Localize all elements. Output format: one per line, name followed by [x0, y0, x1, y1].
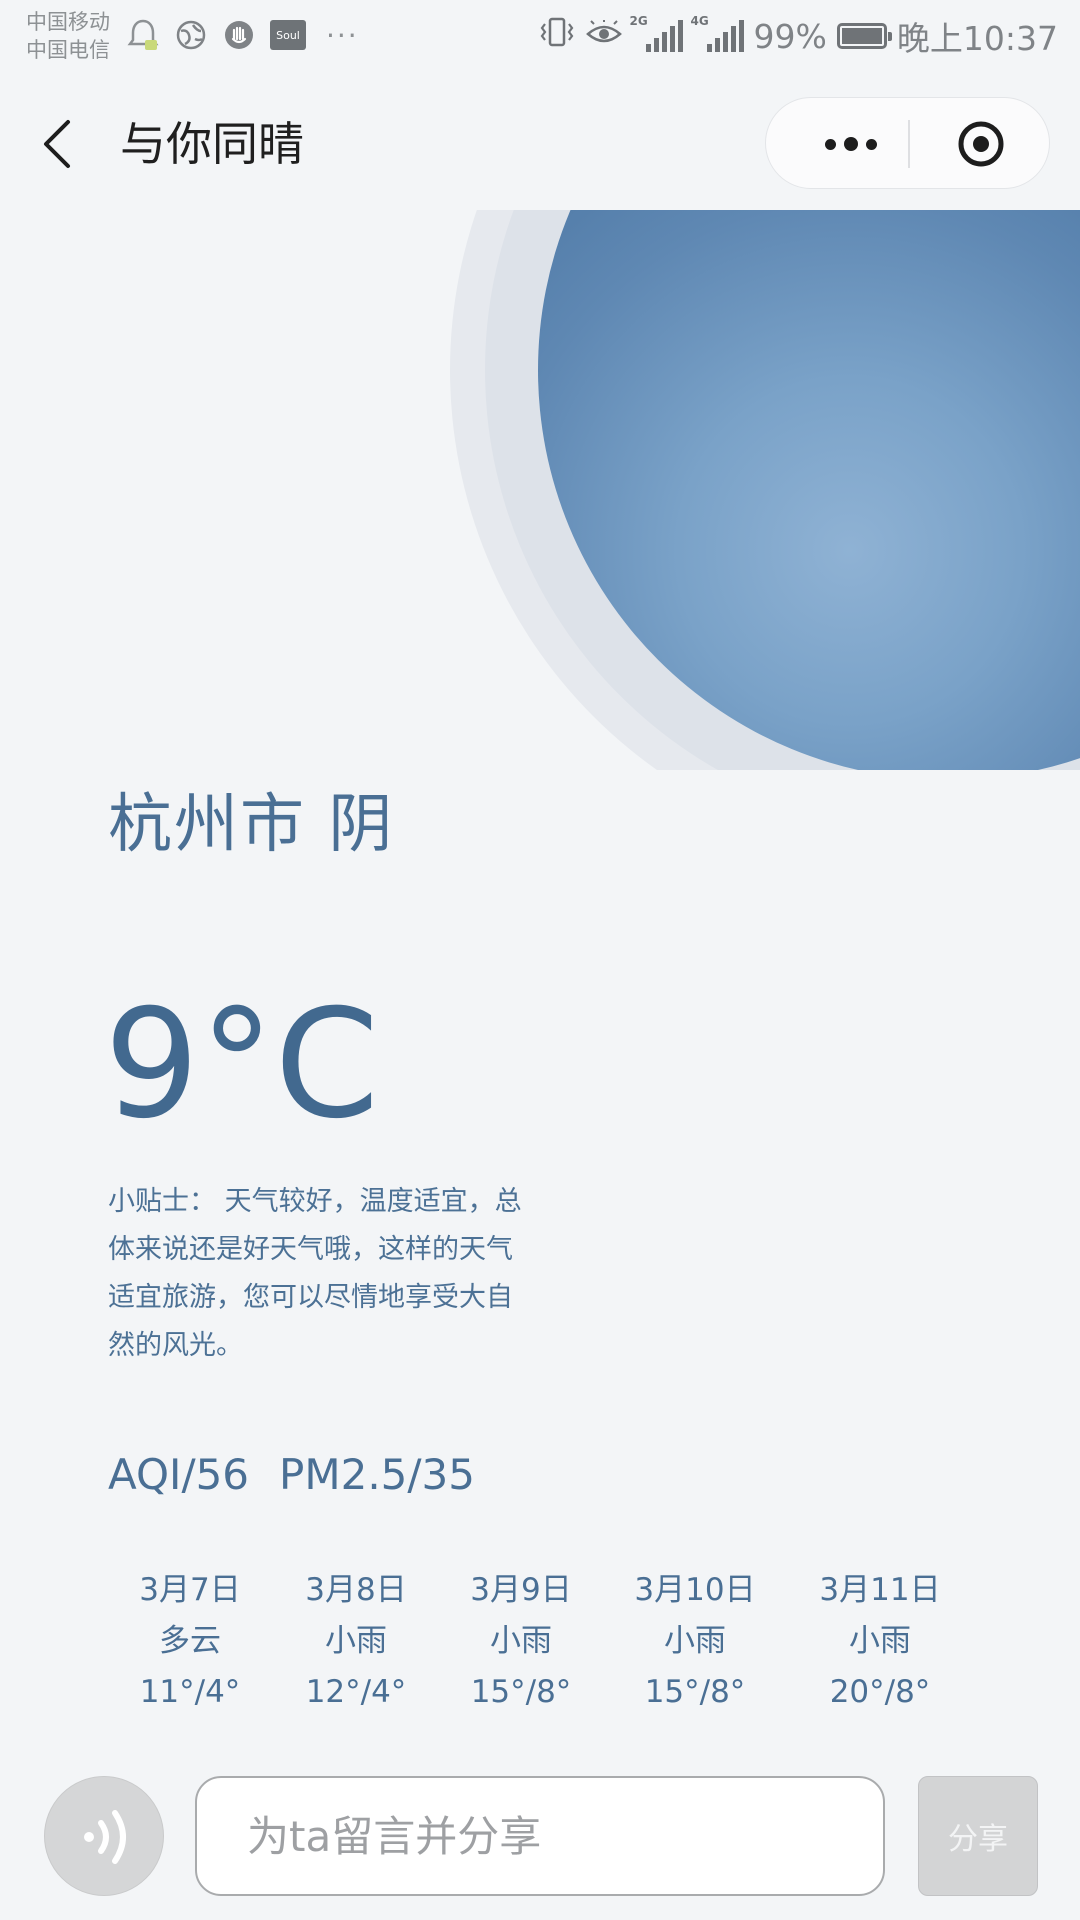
forecast-date: 3月9日 [470, 1572, 572, 1608]
signal-icon-2g: 2G [630, 14, 683, 52]
forecast-condition: 小雨 [325, 1623, 387, 1659]
network-type-4g: 4G [690, 14, 709, 28]
forecast-condition: 小雨 [490, 1623, 552, 1659]
back-button[interactable] [38, 114, 78, 174]
forecast-day: 3月7日 多云 11°/4° [110, 1565, 270, 1718]
forecast-day: 3月9日 小雨 15°/8° [441, 1565, 601, 1718]
forecast-condition: 小雨 [849, 1623, 911, 1659]
air-quality: AQI/56 PM2.5/35 [108, 1447, 475, 1503]
forecast-temp: 15°/8° [644, 1674, 746, 1710]
forecast-temp: 20°/8° [829, 1674, 931, 1710]
forecast-list: 3月7日 多云 11°/4° 3月8日 小雨 12°/4° 3月9日 小雨 15… [0, 1565, 1080, 1725]
aqi-value: AQI/56 [108, 1450, 250, 1499]
battery-icon [836, 23, 892, 49]
more-button[interactable] [806, 126, 896, 162]
weather-illustration [0, 210, 1080, 770]
capsule-divider [908, 120, 910, 168]
current-temperature: 9°C [104, 978, 380, 1152]
forecast-condition: 多云 [159, 1623, 221, 1659]
forecast-day: 3月8日 小雨 12°/4° [276, 1565, 436, 1718]
pm25-value: PM2.5/35 [279, 1450, 475, 1499]
message-input[interactable] [195, 1776, 885, 1896]
forecast-date: 3月7日 [139, 1572, 241, 1608]
clock: 晚上10:37 [896, 19, 1058, 58]
forecast-temp: 12°/4° [305, 1674, 407, 1710]
system-status: 2G 4G 99% 晚上10:37 [538, 12, 1058, 60]
weather-tip: 小贴士： 天气较好，温度适宜，总体来说还是好天气哦，这样的天气适宜旅游，您可以尽… [108, 1186, 522, 1361]
share-button[interactable]: 分享 [918, 1776, 1038, 1896]
soul-app-icon: Soul [270, 20, 306, 50]
carrier-info: 中国移动 中国电信 [26, 8, 110, 64]
status-bar: 中国移动 中国电信 Soul ··· 2G 4G 99% 晚上10:37 [0, 0, 1080, 80]
forecast-temp: 11°/4° [139, 1674, 241, 1710]
notification-icons: Soul ··· [126, 18, 359, 52]
capsule-menu [765, 97, 1050, 189]
notification-bell-icon [126, 18, 160, 52]
mini-program-nav-bar: 与你同晴 [0, 80, 1080, 210]
vibrate-icon [538, 15, 576, 57]
forecast-date: 3月11日 [819, 1572, 941, 1608]
signal-icon-4g: 4G [691, 14, 744, 52]
globe-icon [174, 18, 208, 52]
close-target-icon [958, 121, 1004, 167]
back-arrow-icon [44, 120, 70, 168]
city-condition: 杭州市 阴 [108, 788, 395, 862]
hand-icon [222, 18, 256, 52]
close-button[interactable] [956, 119, 1006, 169]
page-title: 与你同晴 [120, 117, 304, 171]
voice-input-button[interactable] [44, 1776, 164, 1896]
eye-icon [585, 17, 622, 56]
more-dots-icon [825, 138, 836, 150]
more-notifications-indicator: ··· [326, 18, 359, 52]
carrier-1: 中国移动 [26, 10, 110, 34]
forecast-date: 3月10日 [634, 1572, 756, 1608]
forecast-day: 3月11日 小雨 20°/8° [800, 1565, 960, 1718]
network-type-2g: 2G [629, 14, 648, 28]
forecast-date: 3月8日 [305, 1572, 407, 1608]
carrier-2: 中国电信 [26, 38, 110, 62]
forecast-temp: 15°/8° [470, 1674, 572, 1710]
battery-percent: 99% [753, 16, 827, 56]
battery-fill [841, 28, 882, 44]
forecast-condition: 小雨 [664, 1623, 726, 1659]
voice-icon [84, 1810, 126, 1864]
forecast-day: 3月10日 小雨 15°/8° [615, 1565, 775, 1718]
